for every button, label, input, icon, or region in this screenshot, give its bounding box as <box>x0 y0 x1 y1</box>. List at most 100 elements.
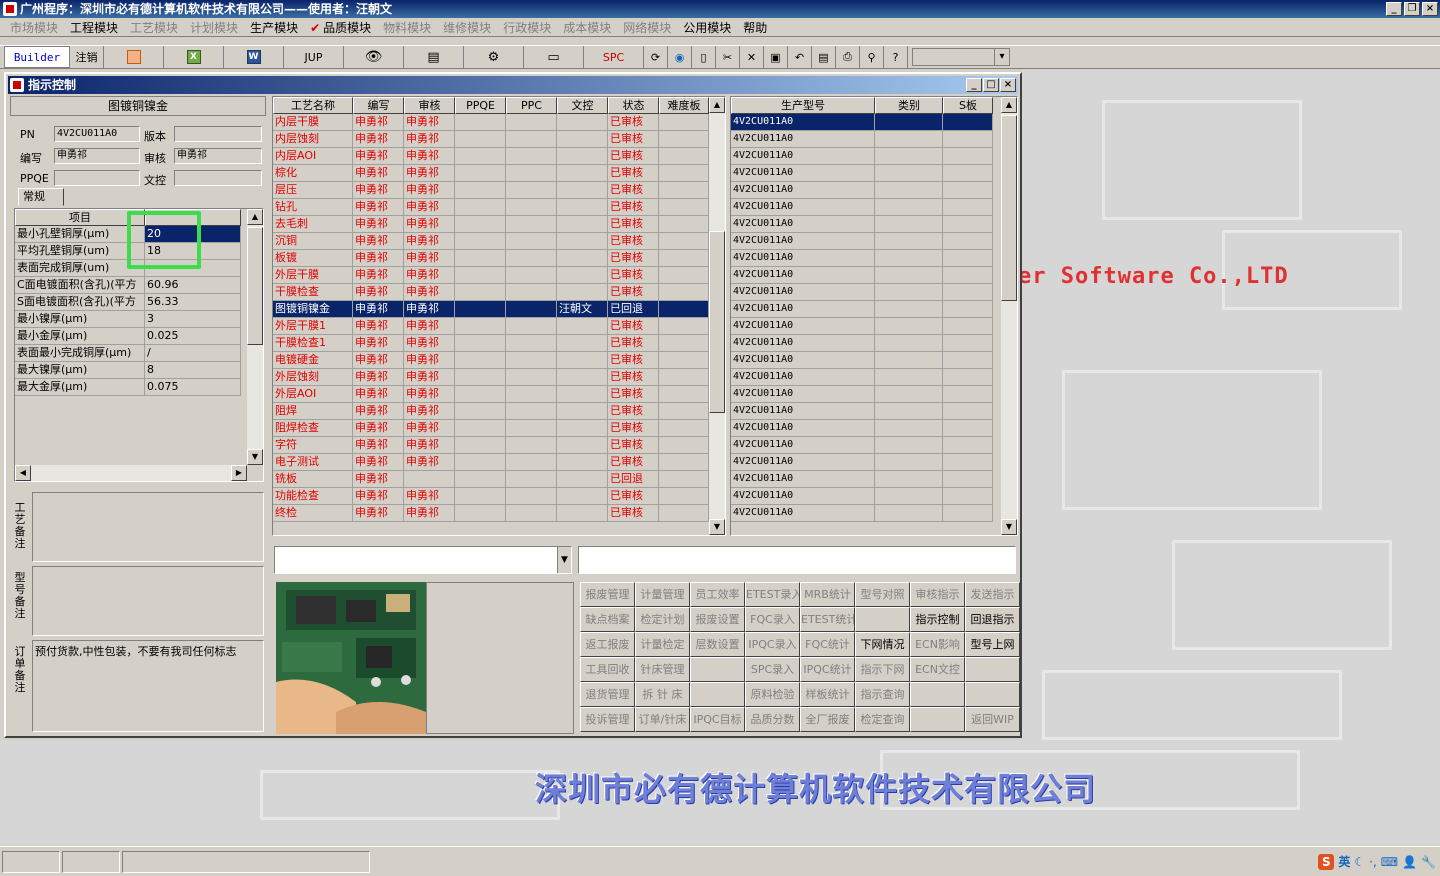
action-button[interactable]: 指示控制 <box>910 607 965 632</box>
action-button[interactable] <box>690 657 745 682</box>
moon-icon[interactable]: ☾ <box>1354 855 1365 869</box>
minimize-button[interactable]: _ <box>1386 2 1402 16</box>
pn-field[interactable]: 4V2CU011A0 <box>54 126 140 142</box>
action-button[interactable]: 计量检定 <box>635 632 690 657</box>
wrench-icon[interactable]: 🔧 <box>1421 855 1436 869</box>
action-button[interactable]: 全厂报废 <box>800 707 855 732</box>
process-header-cell[interactable]: 文控 <box>557 97 608 114</box>
database-button[interactable]: ▤ <box>404 46 464 68</box>
toolbar-combo[interactable] <box>912 48 1010 66</box>
chevron-down-icon[interactable]: ▼ <box>557 547 571 573</box>
author-field[interactable]: 申勇祁 <box>54 148 140 164</box>
table-row[interactable]: 4V2CU011A0 <box>731 318 1017 335</box>
process-vscroll[interactable]: ▲ ▼ <box>709 97 725 535</box>
param-value[interactable]: 56.33 <box>145 294 241 311</box>
internet-button[interactable]: ◉ <box>668 46 692 68</box>
table-row[interactable]: 内层干膜 申勇祁 申勇祁 已审核 <box>273 114 725 131</box>
param-vscroll[interactable]: ▲ ▼ <box>247 209 263 465</box>
param-hscroll[interactable]: ◀ ▶ <box>15 465 247 481</box>
table-row[interactable]: 外层干膜1 申勇祁 申勇祁 已审核 <box>273 318 725 335</box>
table-row[interactable]: 4V2CU011A0 <box>731 148 1017 165</box>
spc-button[interactable]: SPC <box>584 46 644 68</box>
version-field[interactable] <box>174 126 262 142</box>
process-header-cell[interactable]: 难度板 <box>659 97 709 114</box>
menu-item-4[interactable]: 生产模块 <box>244 19 304 36</box>
menu-item-9[interactable]: 成本模块 <box>557 19 617 36</box>
process-header-cell[interactable]: PPQE <box>455 97 506 114</box>
action-button[interactable] <box>965 657 1020 682</box>
view-button[interactable]: 👁 <box>344 46 404 68</box>
action-button[interactable]: 拆 针 床 <box>635 682 690 707</box>
network-button[interactable]: ⚙ <box>464 46 524 68</box>
table-row[interactable]: 4V2CU011A0 <box>731 301 1017 318</box>
action-button[interactable]: 样板统计 <box>800 682 855 707</box>
action-button[interactable] <box>910 682 965 707</box>
process-header-cell[interactable]: PPC <box>506 97 557 114</box>
action-button[interactable] <box>965 682 1020 707</box>
param-value[interactable]: 8 <box>145 362 241 379</box>
model-header-cell[interactable]: 生产型号 <box>731 97 875 114</box>
scroll-up-icon[interactable]: ▲ <box>709 97 725 113</box>
close-button[interactable]: × <box>1422 2 1438 16</box>
table-row[interactable]: 4V2CU011A0 <box>731 420 1017 437</box>
param-row[interactable]: 表面最小完成铜厚(μm) / <box>15 345 241 362</box>
param-value[interactable]: / <box>145 345 241 362</box>
table-row[interactable]: 4V2CU011A0 <box>731 335 1017 352</box>
action-button[interactable]: 指示查询 <box>855 682 910 707</box>
table-row[interactable]: 字符 申勇祁 申勇祁 已审核 <box>273 437 725 454</box>
action-button[interactable]: 型号对照 <box>855 582 910 607</box>
table-row[interactable]: 4V2CU011A0 <box>731 182 1017 199</box>
help-button[interactable]: ? <box>884 46 908 68</box>
table-row[interactable]: 外层干膜 申勇祁 申勇祁 已审核 <box>273 267 725 284</box>
table-row[interactable]: 4V2CU011A0 <box>731 165 1017 182</box>
action-button[interactable]: 投诉管理 <box>580 707 635 732</box>
action-button[interactable]: 报废设置 <box>690 607 745 632</box>
print-button[interactable]: ⎙ <box>836 46 860 68</box>
action-button[interactable]: 下网情况 <box>855 632 910 657</box>
action-button[interactable]: 原料检验 <box>745 682 800 707</box>
table-row[interactable]: 4V2CU011A0 <box>731 437 1017 454</box>
language-indicator[interactable]: 英 <box>1338 853 1350 870</box>
process-memo[interactable] <box>32 492 264 562</box>
table-row[interactable]: 4V2CU011A0 <box>731 488 1017 505</box>
table-row[interactable]: 4V2CU011A0 <box>731 114 1017 131</box>
action-button[interactable]: 缺点档案 <box>580 607 635 632</box>
model-header-cell[interactable]: S板 <box>943 97 993 114</box>
table-row[interactable]: 4V2CU011A0 <box>731 131 1017 148</box>
menu-item-8[interactable]: 行政模块 <box>497 19 557 36</box>
action-button[interactable]: IPQC目标 <box>690 707 745 732</box>
jup-button[interactable]: JUP <box>284 46 344 68</box>
table-row[interactable]: 阻焊检查 申勇祁 申勇祁 已审核 <box>273 420 725 437</box>
save-button[interactable]: ▣ <box>764 46 788 68</box>
review-field[interactable]: 申勇祁 <box>174 148 262 164</box>
table-row[interactable]: 去毛刺 申勇祁 申勇祁 已审核 <box>273 216 725 233</box>
table-row[interactable]: 电子测试 申勇祁 申勇祁 已审核 <box>273 454 725 471</box>
scroll-down-icon[interactable]: ▼ <box>1001 519 1017 535</box>
table-row[interactable]: 4V2CU011A0 <box>731 284 1017 301</box>
table-row[interactable]: 4V2CU011A0 <box>731 250 1017 267</box>
table-row[interactable]: 4V2CU011A0 <box>731 267 1017 284</box>
action-button[interactable]: 员工效率 <box>690 582 745 607</box>
table-row[interactable]: 功能检查 申勇祁 申勇祁 已审核 <box>273 488 725 505</box>
scroll-up-icon[interactable]: ▲ <box>1001 97 1017 113</box>
word-button[interactable]: W <box>224 46 284 68</box>
action-button[interactable]: 报废管理 <box>580 582 635 607</box>
scroll-thumb[interactable] <box>247 227 263 345</box>
child-maximize-button[interactable]: □ <box>983 78 999 92</box>
table-row[interactable]: 板镀 申勇祁 申勇祁 已审核 <box>273 250 725 267</box>
param-value[interactable]: 3 <box>145 311 241 328</box>
menu-item-2[interactable]: 工艺模块 <box>124 19 184 36</box>
preview-button[interactable]: ▤ <box>812 46 836 68</box>
menu-item-11[interactable]: 公用模块 <box>677 19 737 36</box>
action-button[interactable]: 退货管理 <box>580 682 635 707</box>
action-button[interactable]: ETEST录入 <box>745 582 800 607</box>
user-icon[interactable]: 👤 <box>1402 855 1417 869</box>
restore-button[interactable]: ❐ <box>1404 2 1420 16</box>
table-row[interactable]: 4V2CU011A0 <box>731 505 1017 522</box>
menu-item-0[interactable]: 市场模块 <box>4 19 64 36</box>
keyboard-icon[interactable]: ⌨ <box>1381 855 1398 869</box>
builder-button[interactable]: Builder <box>4 46 70 68</box>
table-row[interactable]: 内层AOI 申勇祁 申勇祁 已审核 <box>273 148 725 165</box>
wenkong-field[interactable] <box>174 170 262 186</box>
menu-item-7[interactable]: 维修模块 <box>437 19 497 36</box>
